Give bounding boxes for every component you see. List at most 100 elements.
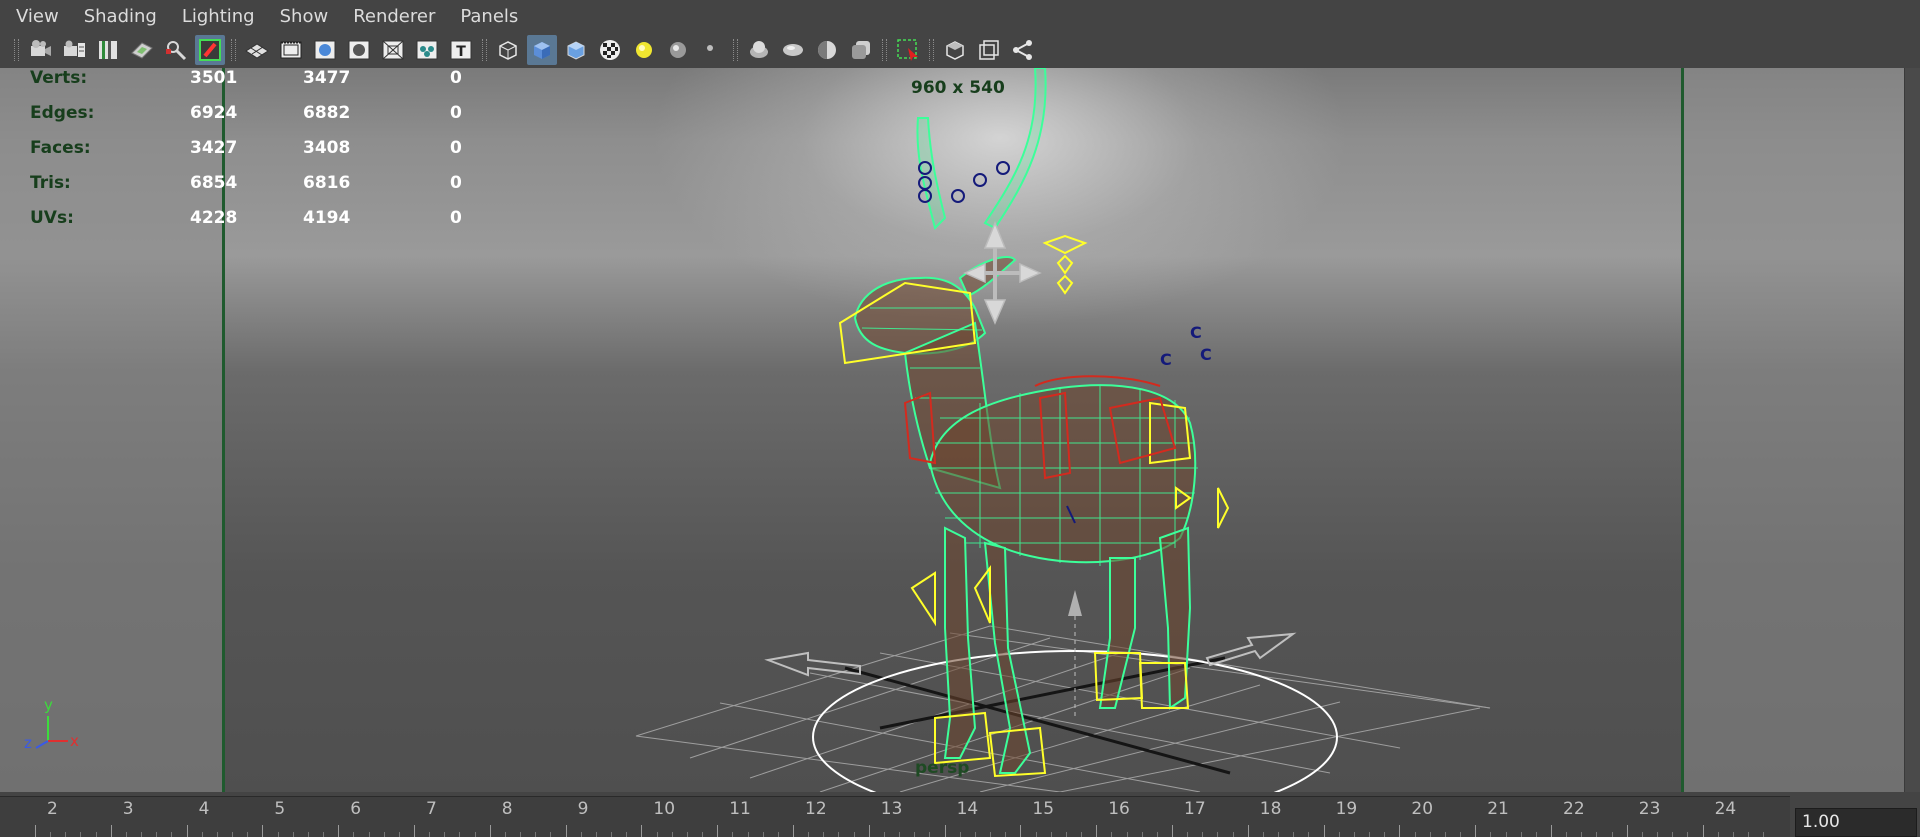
timeline-minor-tick — [899, 832, 901, 837]
menu-panels[interactable]: Panels — [460, 6, 518, 27]
timeline-minor-tick — [1611, 832, 1613, 837]
camera-attributes-icon[interactable] — [59, 35, 89, 65]
bookmarks-icon[interactable] — [93, 35, 123, 65]
grease-pencil-icon[interactable] — [195, 35, 225, 65]
axis-z-label: z — [24, 734, 32, 752]
timeline-tick-label: 4 — [198, 799, 210, 819]
timeline-minor-tick — [762, 832, 764, 837]
timeline-minor-tick — [974, 832, 976, 837]
shadows-icon[interactable] — [663, 35, 693, 65]
use-all-lights-icon[interactable] — [629, 35, 659, 65]
isolate-select-icon[interactable] — [893, 35, 923, 65]
timeline-tick-label: 3 — [122, 799, 134, 819]
menu-view[interactable]: View — [16, 6, 59, 27]
hud-value: 0 — [450, 138, 462, 158]
view-axis-indicator: y x z — [24, 696, 79, 752]
timeline-tick-label: 5 — [274, 799, 286, 819]
resolution-readout: 960 x 540 — [911, 78, 1005, 98]
timeline-minor-tick — [1490, 832, 1492, 837]
menu-lighting[interactable]: Lighting — [182, 6, 255, 27]
timeline-tick-mark — [1020, 825, 1022, 837]
timeline-tick-mark — [262, 825, 264, 837]
svg-text:C: C — [1160, 350, 1172, 369]
node-editor-icon[interactable] — [1008, 35, 1038, 65]
current-frame-field[interactable]: 1.00 — [1795, 808, 1917, 837]
grid-icon[interactable] — [242, 35, 272, 65]
timeline-minor-tick — [1384, 832, 1386, 837]
timeline-tick-label: 18 — [1259, 799, 1282, 819]
xray-icon[interactable] — [846, 35, 876, 65]
hud-value: 3408 — [303, 138, 351, 158]
hud-value: 6924 — [190, 103, 238, 123]
textured-icon[interactable] — [595, 35, 625, 65]
resolution-gate-icon[interactable] — [310, 35, 340, 65]
motion-blur-icon[interactable] — [744, 35, 774, 65]
timeline-tick-mark — [641, 825, 643, 837]
xray-joints-icon[interactable] — [940, 35, 970, 65]
timeline-minor-tick — [65, 832, 67, 837]
camera-icon[interactable] — [25, 35, 55, 65]
gate-mask-icon[interactable] — [344, 35, 374, 65]
timeline-tick-mark — [1626, 825, 1628, 837]
timeline-minor-tick — [307, 832, 309, 837]
timeline-tick-label: 22 — [1563, 799, 1585, 819]
menu-shading[interactable]: Shading — [84, 6, 157, 27]
image-plane-icon[interactable] — [127, 35, 157, 65]
timeline-minor-tick — [125, 832, 127, 837]
timeline-tick-mark — [1475, 825, 1477, 837]
timeline-minor-tick — [323, 832, 325, 837]
timeline-minor-tick — [611, 832, 613, 837]
depth-of-field-icon[interactable] — [812, 35, 842, 65]
safe-title-icon[interactable]: T — [446, 35, 476, 65]
timeline-minor-tick — [201, 832, 203, 837]
smooth-shade-icon[interactable] — [527, 35, 557, 65]
scene-canvas: C C C — [635, 68, 1491, 792]
menu-renderer[interactable]: Renderer — [353, 6, 435, 27]
timeline-minor-tick — [1293, 832, 1295, 837]
field-chart-icon[interactable] — [378, 35, 408, 65]
timeline-minor-tick — [1005, 832, 1007, 837]
film-gate-icon[interactable] — [276, 35, 306, 65]
anti-aliasing-icon[interactable] — [778, 35, 808, 65]
camera-name-label: persp — [915, 758, 970, 778]
timeline-tick-label: 2 — [47, 799, 58, 819]
hud-label: Edges: — [30, 103, 95, 123]
timeline-tick-mark — [944, 825, 946, 837]
timeline-tick-mark — [868, 825, 870, 837]
timeline-minor-tick — [929, 832, 931, 837]
wireframe-icon[interactable] — [493, 35, 523, 65]
timeline-minor-tick — [232, 832, 234, 837]
gate-mask-right — [1683, 68, 1904, 792]
timeline-minor-tick — [1717, 832, 1719, 837]
xray-active-icon[interactable] — [974, 35, 1004, 65]
time-slider[interactable]: 2 3 4 5 6 7 8 9 10 11 12 13 14 15 16 17 18 19 20 21 22 23 24 — [0, 796, 1790, 837]
timeline-minor-tick — [1596, 832, 1598, 837]
viewport-3d[interactable]: C C C Verts: 3501 3477 0 Edges: 6924 688… — [0, 68, 1904, 792]
timeline-tick-mark — [489, 825, 491, 837]
timeline-minor-tick — [671, 832, 673, 837]
menu-show[interactable]: Show — [280, 6, 329, 27]
timeline-tick-label: 13 — [880, 799, 903, 819]
toolbar-separator — [482, 39, 487, 61]
toolbar-separator — [14, 39, 19, 61]
hud-value: 4194 — [303, 208, 351, 228]
timeline-minor-tick — [1369, 832, 1371, 837]
timeline-minor-tick — [429, 832, 431, 837]
screen-space-ao-icon[interactable] — [697, 35, 727, 65]
flat-shade-icon[interactable] — [561, 35, 591, 65]
pan-zoom-icon[interactable] — [161, 35, 191, 65]
timeline-tick-label: 17 — [1184, 799, 1206, 819]
hud-label: Tris: — [30, 173, 71, 193]
timeline-minor-tick — [1353, 832, 1355, 837]
svg-text:C: C — [1200, 345, 1212, 364]
safe-action-icon[interactable] — [412, 35, 442, 65]
timeline-minor-tick — [383, 832, 385, 837]
timeline-tick-mark — [1551, 825, 1552, 837]
hud-value: 6882 — [303, 103, 351, 123]
timeline-minor-tick — [1444, 832, 1446, 837]
timeline-minor-tick — [686, 832, 688, 837]
timeline-minor-tick — [1672, 832, 1674, 837]
timeline-minor-tick — [1460, 832, 1462, 837]
timeline-minor-tick — [823, 832, 825, 837]
timeline-minor-tick — [444, 832, 446, 837]
